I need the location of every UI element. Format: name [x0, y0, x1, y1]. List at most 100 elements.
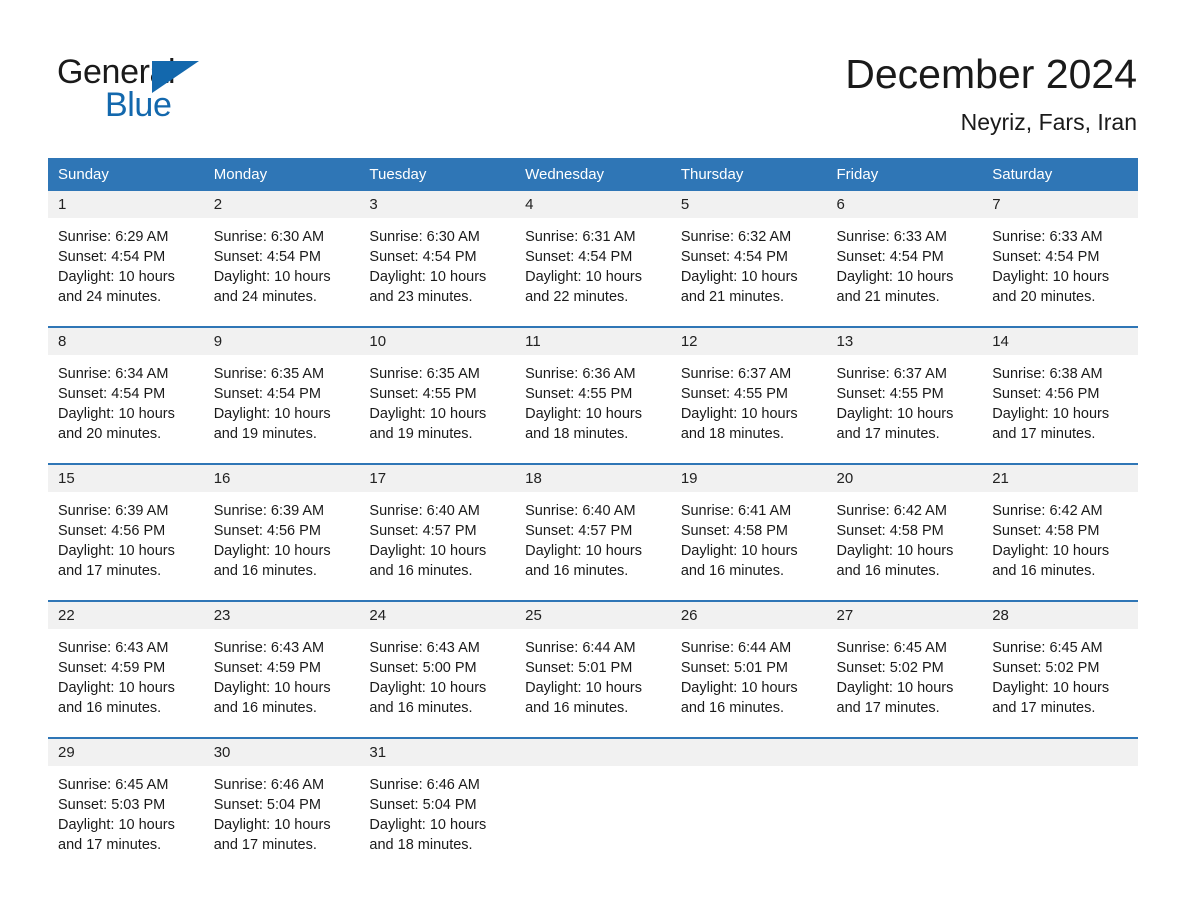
daylight-line2: and 21 minutes.	[836, 289, 940, 305]
sunset-text: Sunset: 4:54 PM	[213, 249, 321, 265]
calendar-day-cell[interactable]: 19 Sunrise: 6:41 AM Sunset: 4:58 PM Dayl…	[670, 463, 827, 601]
daylight-line2: and 17 minutes.	[992, 700, 1096, 716]
day-number: 23	[203, 602, 360, 629]
calendar-day-cell[interactable]: 4 Sunrise: 6:31 AM Sunset: 4:54 PM Dayli…	[515, 191, 671, 327]
calendar-day-cell[interactable]: 28 Sunrise: 6:45 AM Sunset: 5:02 PM Dayl…	[982, 600, 1138, 738]
day-details: Sunrise: 6:38 AM Sunset: 4:56 PM Dayligh…	[982, 355, 1138, 463]
day-number: 1	[48, 191, 204, 218]
sunrise-text: Sunrise: 6:42 AM	[992, 503, 1103, 519]
daylight-line1: Daylight: 10 hours	[58, 680, 175, 696]
day-number: 17	[359, 465, 516, 492]
daylight-line2: and 17 minutes.	[58, 563, 162, 579]
day-details	[671, 766, 827, 874]
calendar-day-cell[interactable]: 22 Sunrise: 6:43 AM Sunset: 4:59 PM Dayl…	[48, 600, 204, 738]
day-number: 12	[670, 328, 827, 355]
sunset-text: Sunset: 4:54 PM	[58, 386, 166, 402]
day-number: 29	[48, 739, 204, 766]
day-number	[826, 739, 983, 766]
day-details: Sunrise: 6:46 AM Sunset: 5:04 PM Dayligh…	[204, 766, 360, 874]
day-number: 11	[515, 328, 671, 355]
day-details: Sunrise: 6:30 AM Sunset: 4:54 PM Dayligh…	[359, 218, 515, 326]
sunrise-text: Sunrise: 6:40 AM	[369, 503, 480, 519]
calendar-day-cell[interactable]: 31 Sunrise: 6:46 AM Sunset: 5:04 PM Dayl…	[359, 737, 516, 874]
calendar-day-cell[interactable]: 27 Sunrise: 6:45 AM Sunset: 5:02 PM Dayl…	[826, 600, 983, 738]
sunrise-text: Sunrise: 6:43 AM	[58, 640, 169, 656]
day-details: Sunrise: 6:34 AM Sunset: 4:54 PM Dayligh…	[48, 355, 204, 463]
day-details: Sunrise: 6:29 AM Sunset: 4:54 PM Dayligh…	[48, 218, 204, 326]
day-details: Sunrise: 6:46 AM Sunset: 5:04 PM Dayligh…	[359, 766, 515, 874]
sunset-text: Sunset: 4:54 PM	[369, 249, 477, 265]
calendar-day-cell[interactable]: 29 Sunrise: 6:45 AM Sunset: 5:03 PM Dayl…	[48, 737, 204, 874]
daylight-line1: Daylight: 10 hours	[213, 269, 331, 285]
sunrise-text: Sunrise: 6:30 AM	[213, 229, 325, 245]
daylight-line1: Daylight: 10 hours	[369, 269, 487, 285]
calendar-day-cell[interactable]: 18 Sunrise: 6:40 AM Sunset: 4:57 PM Dayl…	[515, 463, 671, 601]
daylight-line2: and 18 minutes.	[369, 837, 473, 853]
daylight-line2: and 16 minutes.	[992, 563, 1096, 579]
sunset-text: Sunset: 4:58 PM	[992, 523, 1100, 539]
calendar-day-cell[interactable]: 1 Sunrise: 6:29 AM Sunset: 4:54 PM Dayli…	[48, 191, 204, 327]
day-details	[827, 766, 983, 874]
calendar-day-cell[interactable]: 30 Sunrise: 6:46 AM Sunset: 5:04 PM Dayl…	[203, 737, 360, 874]
calendar-day-cell[interactable]: 10 Sunrise: 6:35 AM Sunset: 4:55 PM Dayl…	[359, 326, 516, 464]
daylight-line1: Daylight: 10 hours	[992, 680, 1110, 696]
calendar-day-cell[interactable]: 14 Sunrise: 6:38 AM Sunset: 4:56 PM Dayl…	[982, 326, 1138, 464]
calendar-day-cell[interactable]: 24 Sunrise: 6:43 AM Sunset: 5:00 PM Dayl…	[359, 600, 516, 738]
calendar-day-cell[interactable]: 8 Sunrise: 6:34 AM Sunset: 4:54 PM Dayli…	[48, 326, 204, 464]
daylight-line2: and 16 minutes.	[369, 700, 473, 716]
sunset-text: Sunset: 4:54 PM	[836, 249, 944, 265]
calendar-day-cell[interactable]: 16 Sunrise: 6:39 AM Sunset: 4:56 PM Dayl…	[203, 463, 360, 601]
calendar-day-cell[interactable]: 23 Sunrise: 6:43 AM Sunset: 4:59 PM Dayl…	[203, 600, 360, 738]
calendar-day-cell[interactable]: 17 Sunrise: 6:40 AM Sunset: 4:57 PM Dayl…	[359, 463, 516, 601]
day-number: 16	[203, 465, 360, 492]
sunrise-text: Sunrise: 6:45 AM	[836, 640, 947, 656]
calendar-day-cell[interactable]: 3 Sunrise: 6:30 AM Sunset: 4:54 PM Dayli…	[359, 191, 516, 327]
sunrise-text: Sunrise: 6:35 AM	[369, 366, 480, 382]
daylight-line2: and 17 minutes.	[992, 426, 1096, 442]
calendar-day-cell[interactable]: 11 Sunrise: 6:36 AM Sunset: 4:55 PM Dayl…	[515, 326, 671, 464]
day-details: Sunrise: 6:35 AM Sunset: 4:55 PM Dayligh…	[359, 355, 515, 463]
calendar-day-cell[interactable]: 13 Sunrise: 6:37 AM Sunset: 4:55 PM Dayl…	[826, 326, 983, 464]
calendar-week-row: 22 Sunrise: 6:43 AM Sunset: 4:59 PM Dayl…	[48, 600, 1138, 738]
sunset-text: Sunset: 4:55 PM	[836, 386, 944, 402]
calendar-day-cell[interactable]: 20 Sunrise: 6:42 AM Sunset: 4:58 PM Dayl…	[826, 463, 983, 601]
calendar-day-cell[interactable]: 7 Sunrise: 6:33 AM Sunset: 4:54 PM Dayli…	[982, 191, 1138, 327]
calendar-day-cell[interactable]: 15 Sunrise: 6:39 AM Sunset: 4:56 PM Dayl…	[48, 463, 204, 601]
day-number	[515, 739, 671, 766]
sunset-text: Sunset: 4:58 PM	[680, 523, 789, 539]
calendar-day-cell[interactable]: 12 Sunrise: 6:37 AM Sunset: 4:55 PM Dayl…	[670, 326, 827, 464]
sunrise-text: Sunrise: 6:45 AM	[58, 777, 169, 793]
calendar-day-cell[interactable]: 5 Sunrise: 6:32 AM Sunset: 4:54 PM Dayli…	[670, 191, 827, 327]
sunrise-text: Sunrise: 6:43 AM	[369, 640, 480, 656]
calendar-day-cell[interactable]: 26 Sunrise: 6:44 AM Sunset: 5:01 PM Dayl…	[670, 600, 827, 738]
calendar-day-cell[interactable]: 25 Sunrise: 6:44 AM Sunset: 5:01 PM Dayl…	[515, 600, 671, 738]
calendar-day-cell[interactable]: 2 Sunrise: 6:30 AM Sunset: 4:54 PM Dayli…	[203, 191, 360, 327]
sunrise-text: Sunrise: 6:31 AM	[525, 229, 636, 245]
daylight-line2: and 18 minutes.	[680, 426, 784, 442]
title-block: December 2024 Neyriz, Fars, Iran	[845, 48, 1137, 138]
sunrise-text: Sunrise: 6:42 AM	[836, 503, 947, 519]
daylight-line2: and 17 minutes.	[58, 837, 162, 853]
daylight-line1: Daylight: 10 hours	[525, 543, 642, 559]
calendar-table: Sunday Monday Tuesday Wednesday Thursday…	[48, 158, 1138, 874]
day-details: Sunrise: 6:45 AM Sunset: 5:03 PM Dayligh…	[48, 766, 204, 874]
day-details: Sunrise: 6:41 AM Sunset: 4:58 PM Dayligh…	[671, 492, 827, 600]
sunrise-text: Sunrise: 6:41 AM	[680, 503, 792, 519]
daylight-line1: Daylight: 10 hours	[992, 269, 1110, 285]
calendar-day-cell[interactable]: 9 Sunrise: 6:35 AM Sunset: 4:54 PM Dayli…	[203, 326, 360, 464]
daylight-line1: Daylight: 10 hours	[992, 543, 1110, 559]
calendar-week-row: 8 Sunrise: 6:34 AM Sunset: 4:54 PM Dayli…	[48, 326, 1138, 464]
weekday-header-sunday: Sunday	[48, 158, 204, 191]
day-number: 10	[359, 328, 516, 355]
daylight-line2: and 17 minutes.	[836, 426, 940, 442]
day-details: Sunrise: 6:43 AM Sunset: 4:59 PM Dayligh…	[48, 629, 204, 737]
calendar-day-cell[interactable]: 6 Sunrise: 6:33 AM Sunset: 4:54 PM Dayli…	[826, 191, 983, 327]
daylight-line1: Daylight: 10 hours	[213, 543, 331, 559]
daylight-line1: Daylight: 10 hours	[213, 406, 331, 422]
daylight-line2: and 16 minutes.	[680, 700, 784, 716]
calendar-day-cell[interactable]: 21 Sunrise: 6:42 AM Sunset: 4:58 PM Dayl…	[982, 463, 1138, 601]
daylight-line2: and 16 minutes.	[525, 563, 629, 579]
day-number: 14	[982, 328, 1138, 355]
sunrise-text: Sunrise: 6:40 AM	[525, 503, 636, 519]
sunset-text: Sunset: 5:04 PM	[369, 797, 477, 813]
